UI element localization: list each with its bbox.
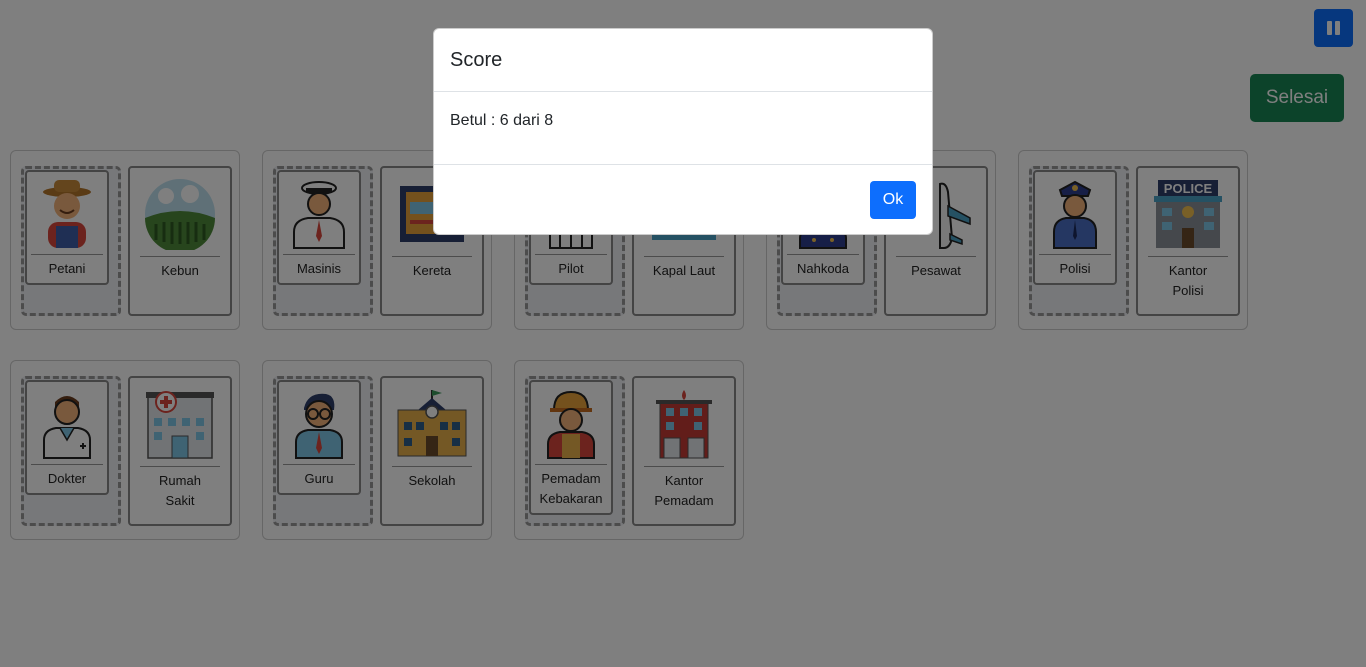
ok-button[interactable]: Ok — [870, 181, 916, 219]
score-modal: Score Betul : 6 dari 8 Ok — [433, 28, 933, 235]
modal-footer: Ok — [434, 165, 932, 235]
modal-title: Score — [434, 29, 932, 92]
score-text: Betul : 6 dari 8 — [434, 92, 932, 165]
